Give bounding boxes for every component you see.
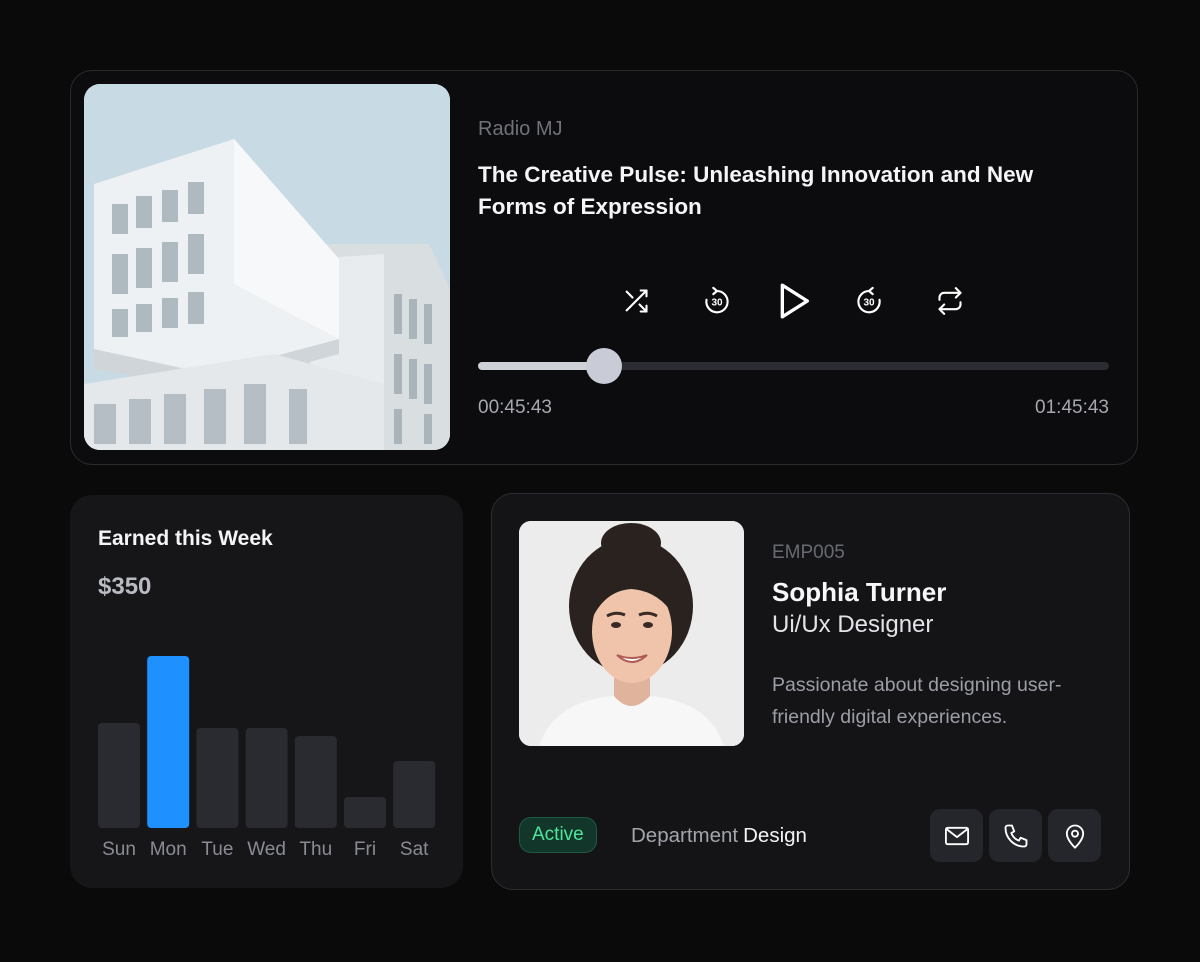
employee-profile-card: EMP005 Sophia Turner Ui/Ux Designer Pass…: [491, 493, 1130, 890]
department-info: Department Design: [631, 824, 807, 848]
station-name: Radio MJ: [478, 118, 563, 140]
call-button[interactable]: [989, 809, 1042, 862]
progress-thumb[interactable]: [586, 348, 623, 384]
total-time: 01:45:43: [1035, 397, 1109, 418]
bar-label-fri: Fri: [354, 839, 376, 860]
album-cover-image: [84, 84, 450, 450]
play-icon: [780, 283, 809, 319]
earnings-amount: $350: [98, 573, 152, 600]
department-value: Design: [743, 824, 807, 847]
weekly-earnings-chart: Sun Mon Tue Wed Thu Fri Sat: [98, 656, 436, 860]
location-pin-icon: [1065, 824, 1084, 849]
rewind-30-button[interactable]: 30: [692, 276, 742, 326]
bar-label-tue: Tue: [201, 839, 233, 860]
forward-30-button[interactable]: 30: [844, 276, 894, 326]
playback-controls: 30 30: [611, 276, 981, 326]
track-title: The Creative Pulse: Unleashing Innovatio…: [478, 162, 1034, 219]
status-badge: Active: [519, 817, 597, 853]
media-player-card: Radio MJ The Creative Pulse: Unleashing …: [70, 70, 1138, 465]
repeat-button[interactable]: [925, 276, 975, 326]
bar-fri: [344, 797, 386, 828]
bar-sat: [393, 761, 436, 828]
shuffle-icon: [625, 289, 648, 313]
progress-bar[interactable]: [478, 348, 1109, 384]
play-button[interactable]: [769, 276, 819, 326]
earnings-card: Sun Mon Tue Wed Thu Fri Sat Earned this Week $…: [70, 495, 463, 888]
rewind-30-icon: 30: [705, 286, 729, 314]
bar-label-wed: Wed: [247, 839, 286, 860]
bar-tue: [196, 728, 239, 828]
bar-mon: [147, 656, 190, 828]
shuffle-button[interactable]: [611, 276, 661, 326]
employee-bio: Passionate about designing user-friendly…: [772, 674, 1062, 728]
employee-role: Ui/Ux Designer: [772, 611, 934, 638]
bar-wed: [245, 728, 288, 828]
mail-icon: [944, 826, 969, 845]
rewind-seconds-label: 30: [711, 297, 723, 308]
phone-icon: [1004, 824, 1027, 847]
bar-thu: [294, 736, 337, 828]
current-time: 00:45:43: [478, 397, 552, 418]
bar-label-thu: Thu: [299, 839, 332, 860]
bar-sun: [98, 723, 140, 828]
bar-label-sat: Sat: [400, 839, 429, 860]
email-button[interactable]: [930, 809, 983, 862]
employee-id: EMP005: [772, 542, 845, 563]
bar-label-sun: Sun: [102, 839, 136, 860]
earnings-title: Earned this Week: [98, 527, 273, 550]
employee-name: Sophia Turner: [772, 577, 947, 607]
avatar: [519, 521, 744, 746]
repeat-icon: [938, 287, 962, 315]
bar-label-mon: Mon: [150, 839, 187, 860]
forward-seconds-label: 30: [863, 297, 875, 308]
forward-30-icon: 30: [857, 286, 881, 314]
location-button[interactable]: [1048, 809, 1101, 862]
department-label: Department: [631, 824, 739, 847]
